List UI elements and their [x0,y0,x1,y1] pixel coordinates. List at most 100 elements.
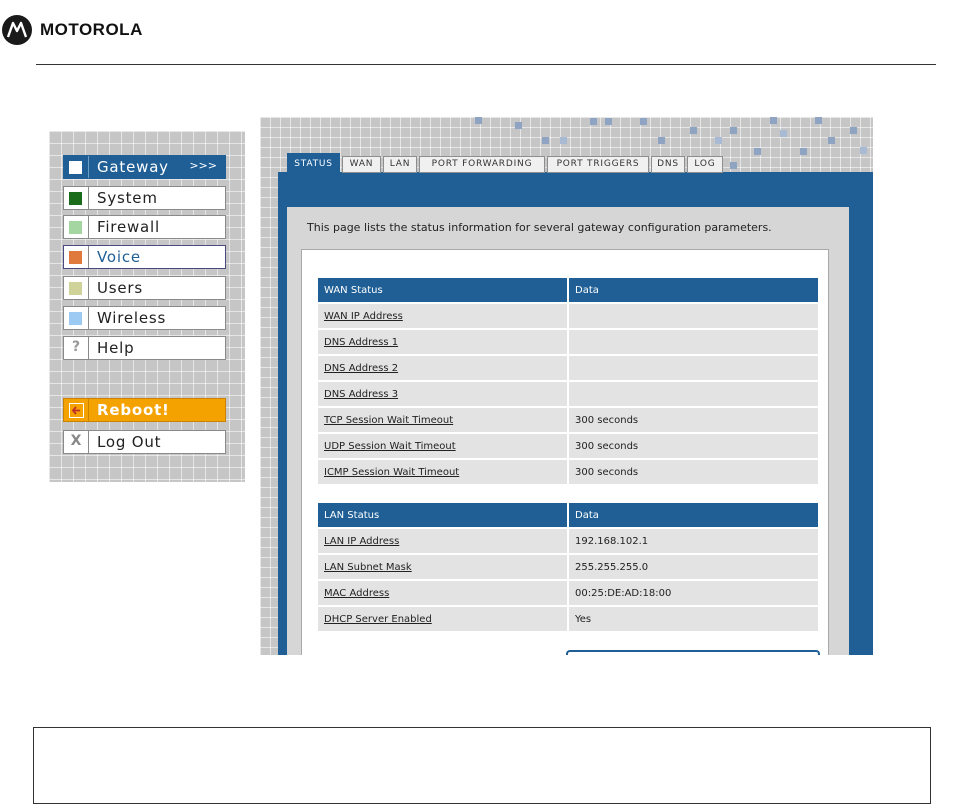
menu-item-label: Help [97,339,135,357]
table-cell-value: 300 seconds [569,408,818,432]
deco-square [828,137,835,144]
column-header: LAN Status [318,503,569,527]
lan-subnet-mask-link[interactable]: LAN Subnet Mask [318,555,569,579]
deco-square [590,118,597,125]
column-header: WAN Status [318,278,569,302]
content-area: This page lists the status information f… [287,207,849,655]
dns-address-3-link[interactable]: DNS Address 3 [318,382,569,406]
close-x-icon: X [70,433,82,449]
deco-square [730,162,737,169]
table-row: ICMP Session Wait Timeout 300 seconds [318,460,818,484]
table-cell-value: 255.255.255.0 [569,555,818,579]
voice-swatch-icon [69,251,82,264]
column-header: Data [569,503,818,527]
footer-frame [33,727,931,804]
icmp-timeout-link[interactable]: ICMP Session Wait Timeout [318,460,569,484]
active-indicator: >>> [189,159,217,172]
deco-square [515,122,522,129]
menu-item-help[interactable]: ? Help [63,336,226,360]
menu-item-wireless[interactable]: Wireless [63,306,226,330]
table-cell-value: 300 seconds [569,460,818,484]
tab-status[interactable]: STATUS [287,153,340,173]
menu-item-system[interactable]: System [63,186,226,210]
tcp-timeout-link[interactable]: TCP Session Wait Timeout [318,408,569,432]
menu-item-label: Gateway [97,158,169,176]
firewall-swatch-icon [69,221,82,234]
deco-square [780,130,787,137]
deco-square [754,148,761,155]
deco-square [860,147,867,154]
side-menu: Gateway >>> System Firewall Voice Users … [49,131,245,482]
table-row: TCP Session Wait Timeout 300 seconds [318,408,818,432]
menu-item-voice[interactable]: Voice [63,245,226,269]
motorola-logo-icon [2,15,32,45]
help-icon: ? [71,339,81,355]
table-row: LAN IP Address 192.168.102.1 [318,529,818,553]
wan-status-table: WAN Status Data WAN IP Address DNS Addre… [318,276,818,486]
menu-item-gateway[interactable]: Gateway >>> [63,155,226,179]
table-row: LAN Subnet Mask 255.255.255.0 [318,555,818,579]
table-row: UDP Session Wait Timeout 300 seconds [318,434,818,458]
page-description: This page lists the status information f… [307,221,772,234]
tab-log[interactable]: LOG [687,156,723,173]
deco-square [850,127,857,134]
menu-item-reboot[interactable]: Reboot! [63,398,226,422]
menu-item-firewall[interactable]: Firewall [63,215,226,239]
table-cell-value: 00:25:DE:AD:18:00 [569,581,818,605]
gateway-swatch-icon [69,161,82,174]
table-cell-value [569,356,818,380]
dhcp-server-enabled-link[interactable]: DHCP Server Enabled [318,607,569,631]
table-cell-value: 300 seconds [569,434,818,458]
tab-dns[interactable]: DNS [651,156,685,173]
wireless-swatch-icon [69,312,82,325]
tab-wan[interactable]: WAN [342,156,381,173]
tab-port-forwarding[interactable]: PORT FORWARDING [419,156,545,173]
menu-item-label: Firewall [97,218,160,236]
deco-square [800,148,807,155]
table-cell-value: 192.168.102.1 [569,529,818,553]
truncated-section-box [566,650,820,655]
menu-item-users[interactable]: Users [63,276,226,300]
brand-name: MOTOROLA [40,20,143,39]
users-swatch-icon [69,282,82,295]
deco-square [542,137,549,144]
menu-item-label: Wireless [97,309,167,327]
dns-address-1-link[interactable]: DNS Address 1 [318,330,569,354]
table-cell-value [569,304,818,328]
deco-square [815,117,822,124]
menu-item-label: Voice [97,248,141,266]
table-row: WAN IP Address [318,304,818,328]
mac-address-link[interactable]: MAC Address [318,581,569,605]
table-cell-value [569,382,818,406]
tab-lan[interactable]: LAN [383,156,417,173]
udp-timeout-link[interactable]: UDP Session Wait Timeout [318,434,569,458]
header-divider [36,64,936,65]
table-cell-value: Yes [569,607,818,631]
menu-item-label: Users [97,279,144,297]
deco-square [640,118,647,125]
table-row: DNS Address 2 [318,356,818,380]
lan-ip-address-link[interactable]: LAN IP Address [318,529,569,553]
deco-square [715,137,722,144]
deco-square [690,127,697,134]
table-row: DHCP Server Enabled Yes [318,607,818,631]
column-header: Data [569,278,818,302]
deco-square [730,127,737,134]
menu-item-label: Reboot! [97,401,170,419]
deco-square [605,118,612,125]
status-tables-box: WAN Status Data WAN IP Address DNS Addre… [301,249,829,655]
table-row: DNS Address 3 [318,382,818,406]
menu-item-label: System [97,189,158,207]
lan-status-table: LAN Status Data LAN IP Address 192.168.1… [318,501,818,633]
wan-ip-address-link[interactable]: WAN IP Address [318,304,569,328]
tab-port-triggers[interactable]: PORT TRIGGERS [547,156,649,173]
table-cell-value [569,330,818,354]
system-swatch-icon [69,192,82,205]
deco-square [560,137,567,144]
dns-address-2-link[interactable]: DNS Address 2 [318,356,569,380]
table-row: DNS Address 1 [318,330,818,354]
menu-item-logout[interactable]: X Log Out [63,430,226,454]
deco-square [658,137,665,144]
main-content-panel: STATUS WAN LAN PORT FORWARDING PORT TRIG… [260,117,873,655]
deco-square [770,117,777,124]
